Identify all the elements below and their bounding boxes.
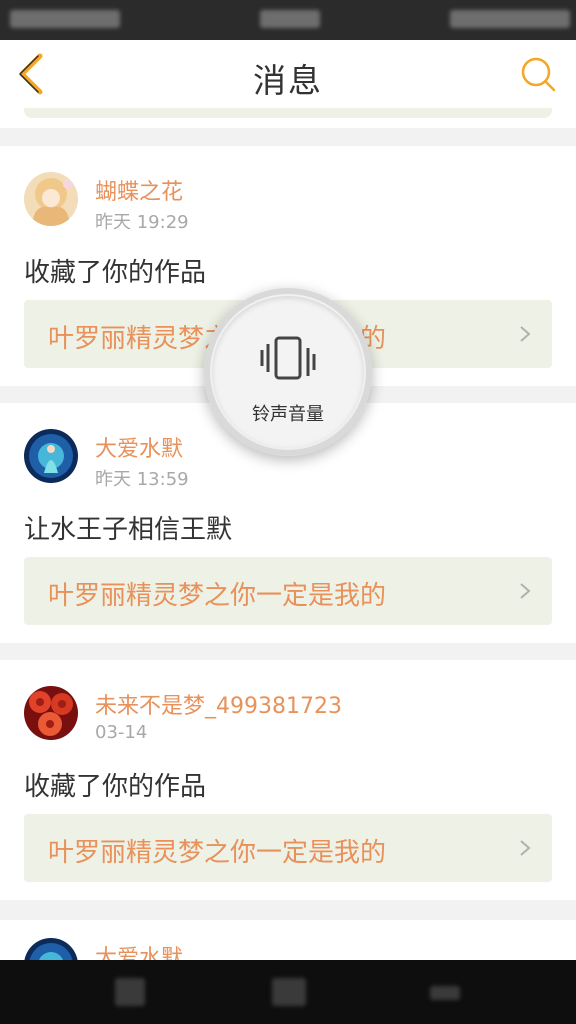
vibrate-icon	[260, 336, 316, 380]
username[interactable]: 大爱水默	[95, 431, 183, 463]
water-fairy-avatar-icon	[24, 938, 78, 960]
timestamp: 昨天 13:59	[95, 469, 189, 490]
avatar[interactable]	[24, 938, 78, 960]
work-link[interactable]: 叶罗丽精灵梦之你一定是我的	[24, 814, 552, 882]
home-button[interactable]	[272, 978, 306, 1006]
message-text: 收藏了你的作品	[24, 772, 207, 802]
page-title: 消息	[253, 61, 323, 100]
system-nav-bar	[0, 960, 576, 1024]
status-time-blur	[260, 10, 320, 28]
message-card: 未来不是梦_499381723 03-14 收藏了你的作品 叶罗丽精灵梦之你一定…	[0, 660, 576, 900]
search-button[interactable]	[516, 52, 560, 96]
search-icon	[521, 57, 556, 92]
chevron-right-icon	[520, 583, 531, 599]
timestamp: 03-14	[95, 722, 148, 743]
message-text: 收藏了你的作品	[24, 258, 207, 288]
volume-toast-label: 铃声音量	[252, 404, 324, 425]
avatar[interactable]	[24, 172, 78, 226]
status-carrier-blur	[10, 10, 120, 28]
timestamp: 昨天 19:29	[95, 212, 189, 233]
previous-work-tile-edge	[24, 108, 552, 118]
roses-avatar-icon	[24, 686, 78, 740]
next-message-card: 大爱水默	[0, 920, 576, 960]
anime-girl-avatar-icon	[24, 172, 78, 226]
avatar[interactable]	[24, 429, 78, 483]
previous-card-edge	[0, 108, 576, 128]
status-bar	[0, 0, 576, 40]
app-header: 消息	[0, 40, 576, 108]
avatar[interactable]	[24, 686, 78, 740]
username[interactable]: 蝴蝶之花	[95, 174, 183, 206]
chevron-right-icon	[520, 326, 531, 342]
back-nav-button[interactable]	[430, 986, 460, 1000]
recent-apps-button[interactable]	[115, 978, 145, 1006]
work-link[interactable]: 叶罗丽精灵梦之你一定是我的	[24, 557, 552, 625]
work-title: 叶罗丽精灵梦之你一定是我的	[48, 581, 387, 611]
message-text: 让水王子相信王默	[24, 515, 233, 545]
username[interactable]: 大爱水默	[95, 940, 183, 960]
status-icons-blur	[450, 10, 570, 28]
username[interactable]: 未来不是梦_499381723	[95, 688, 342, 720]
message-list[interactable]: 蝴蝶之花 昨天 19:29 收藏了你的作品 叶罗丽精灵梦之你一定是我的 大爱水默…	[0, 108, 576, 960]
work-title: 叶罗丽精灵梦之你一定是我的	[48, 838, 387, 868]
water-fairy-avatar-icon	[24, 429, 78, 483]
chevron-right-icon	[520, 840, 531, 856]
volume-toast: 铃声音量	[204, 288, 372, 456]
